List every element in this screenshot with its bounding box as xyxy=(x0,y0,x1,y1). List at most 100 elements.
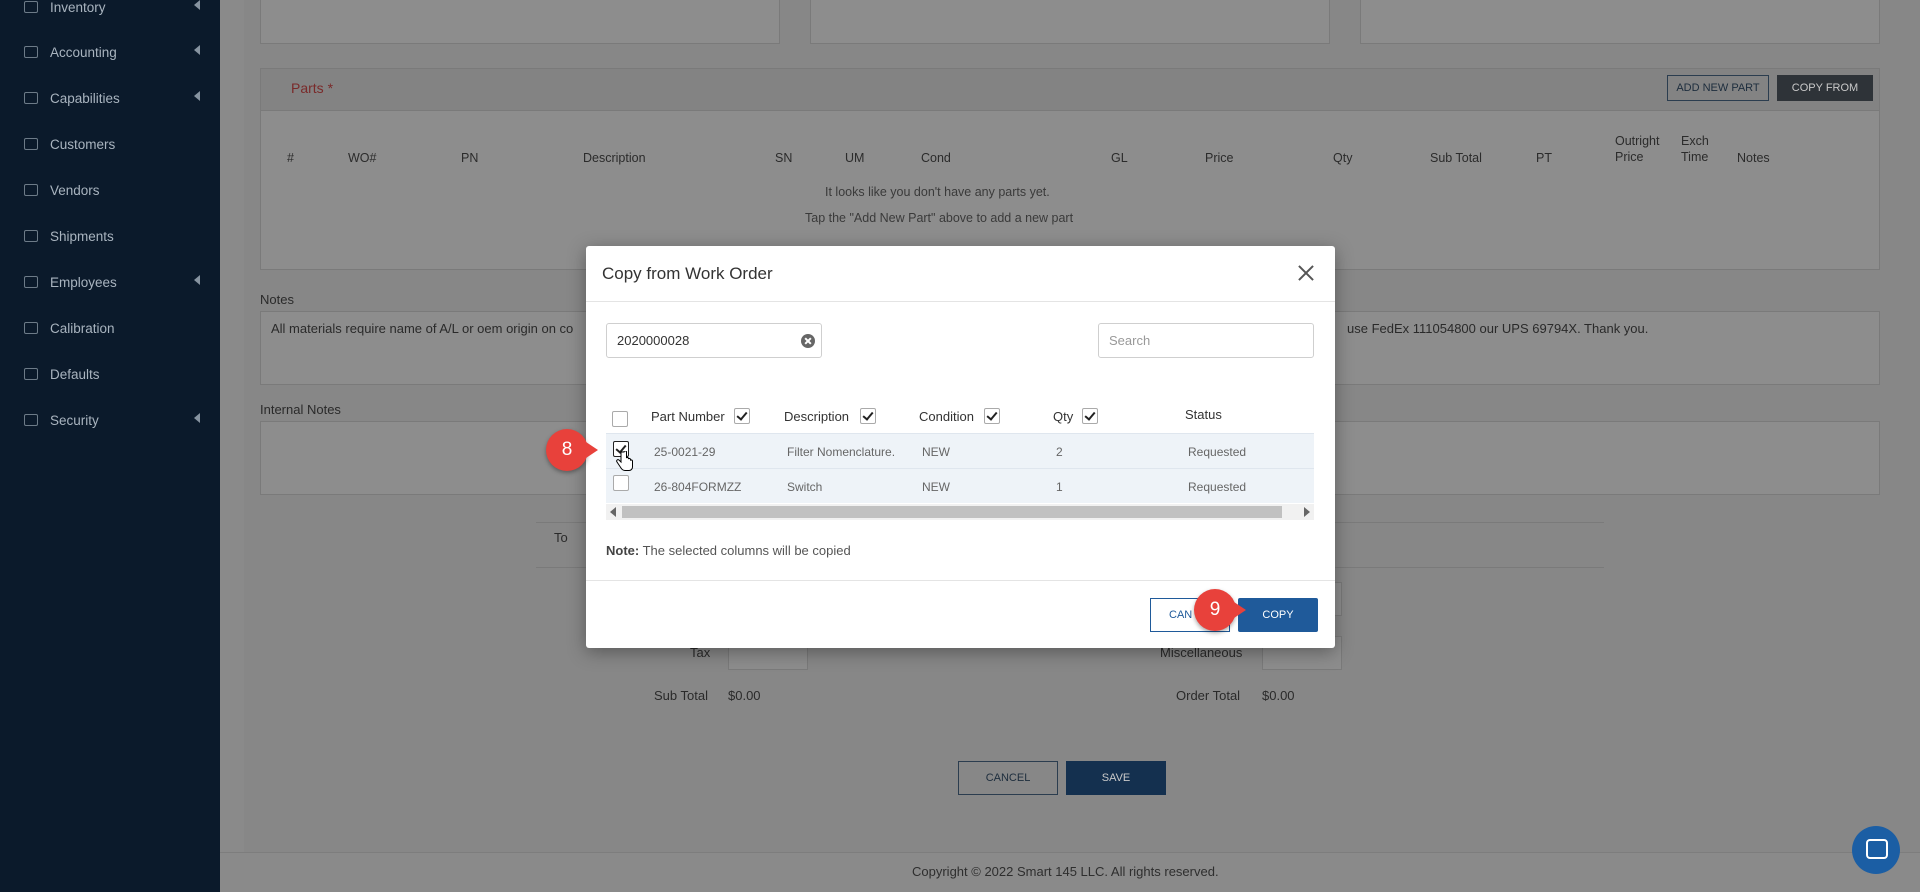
sidebar-item-label: Employees xyxy=(50,274,117,290)
employees-icon xyxy=(24,276,38,288)
scroll-right-icon[interactable] xyxy=(1304,507,1310,517)
sidebar-item-accounting[interactable]: Accounting xyxy=(0,37,220,67)
cell-condition: NEW xyxy=(922,445,950,459)
select-all-checkbox[interactable] xyxy=(612,411,628,427)
column-header-condition: Condition xyxy=(919,409,974,424)
dialog-footer-divider xyxy=(586,580,1335,581)
sub-total-label: Sub Total xyxy=(654,688,708,703)
search-input[interactable]: Search xyxy=(1098,323,1314,358)
cancel-label: CAN xyxy=(1169,609,1193,621)
clear-icon[interactable] xyxy=(801,334,815,348)
cell-condition: NEW xyxy=(922,480,950,494)
part-number-column-checkbox[interactable] xyxy=(734,408,750,424)
note-label: Note: xyxy=(606,543,640,558)
parts-panel-header xyxy=(261,69,1879,111)
sidebar-item-label: Shipments xyxy=(50,228,114,244)
column-header-qty: Qty xyxy=(1053,409,1074,424)
hand-cursor-icon xyxy=(616,451,633,471)
add-new-part-button[interactable]: ADD NEW PART xyxy=(1667,75,1769,101)
list-icon xyxy=(24,368,38,380)
condition-column-checkbox[interactable] xyxy=(984,408,1000,424)
copy-button[interactable]: COPY xyxy=(1238,598,1318,632)
sidebar: Inventory Accounting Capabilities Custom… xyxy=(0,0,220,892)
form-save-button[interactable]: SAVE xyxy=(1066,761,1166,795)
key-icon xyxy=(24,414,38,426)
truck-icon xyxy=(24,230,38,242)
work-order-input[interactable]: 2020000028 xyxy=(606,323,822,358)
cell-status: Requested xyxy=(1188,480,1247,494)
cell-part-number: 26-804FORMZZ xyxy=(654,480,742,494)
qty-column-checkbox[interactable] xyxy=(1082,408,1098,424)
sidebar-item-label: Security xyxy=(50,412,99,428)
top-card-2 xyxy=(810,0,1330,44)
col-header: # xyxy=(287,151,294,165)
step-badge-8: 8 xyxy=(546,429,598,471)
close-icon[interactable] xyxy=(1295,262,1317,284)
chat-icon[interactable] xyxy=(1852,826,1900,874)
chevron-left-icon xyxy=(194,0,200,10)
internal-notes-label: Internal Notes xyxy=(260,402,341,417)
top-card-1 xyxy=(260,0,780,44)
copy-note: Note: The selected columns will be copie… xyxy=(606,543,851,558)
accounting-icon xyxy=(24,46,38,58)
copy-from-button[interactable]: COPY FROM xyxy=(1777,75,1873,101)
work-order-value: 2020000028 xyxy=(617,333,690,348)
dialog-header-divider xyxy=(586,301,1335,302)
inventory-icon xyxy=(24,1,38,13)
copyright-text: Copyright © 2022 Smart 145 LLC. All righ… xyxy=(912,864,1219,879)
sidebar-item-label: Customers xyxy=(50,136,116,152)
parts-title: Parts * xyxy=(291,80,334,96)
col-header: Exch Time xyxy=(1681,134,1709,164)
sidebar-item-vendors[interactable]: Vendors xyxy=(0,175,220,205)
col-header: Qty xyxy=(1333,151,1353,165)
customers-icon xyxy=(24,138,38,150)
sidebar-item-customers[interactable]: Customers xyxy=(0,129,220,159)
col-header: Description xyxy=(583,151,646,165)
sidebar-item-capabilities[interactable]: Capabilities xyxy=(0,83,220,113)
capabilities-icon xyxy=(24,92,38,104)
footer: Copyright © 2022 Smart 145 LLC. All righ… xyxy=(220,852,1920,892)
copy-from-work-order-dialog: Copy from Work Order 2020000028 Search P… xyxy=(586,246,1335,648)
notes-label: Notes xyxy=(260,292,294,307)
description-column-checkbox[interactable] xyxy=(860,408,876,424)
column-header-status: Status xyxy=(1185,407,1222,422)
col-header: Notes xyxy=(1737,151,1770,165)
col-header: Cond xyxy=(921,151,951,165)
top-card-3 xyxy=(1360,0,1880,44)
scroll-left-icon[interactable] xyxy=(610,507,616,517)
row-select-checkbox[interactable] xyxy=(613,475,629,491)
sidebar-item-defaults[interactable]: Defaults xyxy=(0,359,220,389)
sidebar-item-label: Accounting xyxy=(50,44,117,60)
col-header: PT xyxy=(1536,151,1552,165)
cell-description: Switch xyxy=(787,480,823,494)
chevron-left-icon xyxy=(194,275,200,285)
col-header: WO# xyxy=(348,151,377,165)
sidebar-item-security[interactable]: Security xyxy=(0,405,220,435)
sidebar-item-label: Inventory xyxy=(50,0,106,15)
col-header: Sub Total xyxy=(1430,151,1482,165)
col-header: Price xyxy=(1205,151,1234,165)
form-cancel-button[interactable]: CANCEL xyxy=(958,761,1058,795)
table-row[interactable]: 26-804FORMZZ Switch NEW 1 Requested xyxy=(606,468,1314,503)
order-total-value: $0.00 xyxy=(1262,688,1295,703)
horizontal-scrollbar[interactable] xyxy=(606,504,1314,520)
notes-text-left: All materials require name of A/L or oem… xyxy=(271,321,574,336)
cell-description: Filter Nomenclature. xyxy=(787,445,896,459)
col-header: UM xyxy=(845,151,865,165)
sidebar-item-calibration[interactable]: Calibration xyxy=(0,313,220,343)
col-header: GL xyxy=(1111,151,1128,165)
sidebar-item-shipments[interactable]: Shipments xyxy=(0,221,220,251)
cell-part-number: 25-0021-29 xyxy=(654,445,716,459)
sub-total-value: $0.00 xyxy=(728,688,761,703)
sidebar-item-inventory[interactable]: Inventory xyxy=(0,0,220,22)
note-text: The selected columns will be copied xyxy=(639,543,851,558)
col-header: PN xyxy=(461,151,479,165)
scrollbar-thumb[interactable] xyxy=(622,506,1282,518)
empty-parts-message: It looks like you don't have any parts y… xyxy=(825,185,1050,199)
sidebar-item-label: Calibration xyxy=(50,320,115,336)
sidebar-item-employees[interactable]: Employees xyxy=(0,267,220,297)
table-row[interactable]: 25-0021-29 Filter Nomenclature. NEW 2 Re… xyxy=(606,433,1314,468)
notes-text-right: use FedEx 111054800 our UPS 69794X. Than… xyxy=(1347,321,1649,336)
totals-heading: To xyxy=(554,530,568,545)
cell-qty: 2 xyxy=(1056,445,1063,459)
